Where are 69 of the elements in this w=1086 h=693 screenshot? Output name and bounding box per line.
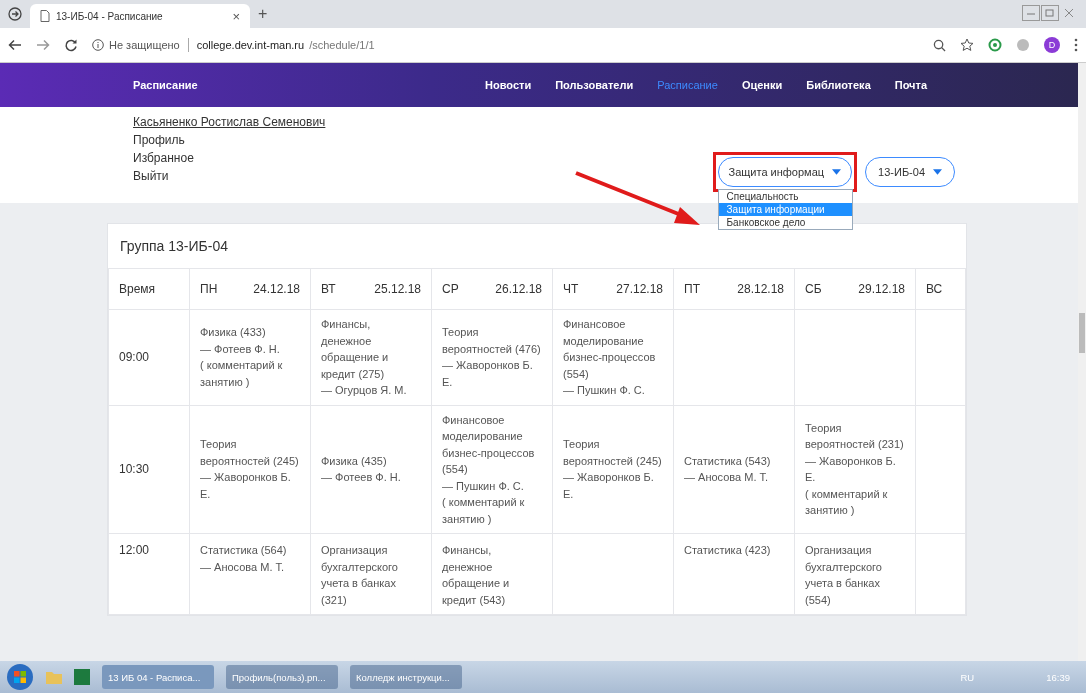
extension-icon[interactable] (988, 38, 1002, 52)
lesson-text: Статистика (423) (684, 543, 772, 558)
day-header: ПТ (684, 282, 700, 296)
lesson-text: Финансы, денежное обращение и кредит (275) — Огурцов Я. М. (321, 317, 408, 398)
reload-icon[interactable] (64, 38, 78, 52)
profile-avatar[interactable]: D (1044, 37, 1060, 53)
page-icon (40, 10, 50, 22)
new-tab-button[interactable]: + (258, 5, 268, 23)
brand-link[interactable]: Расписание (133, 79, 198, 91)
user-menu-link[interactable]: Выйти (133, 169, 169, 183)
nav-link[interactable]: Расписание (657, 79, 718, 91)
url-host: college.dev.int-man.ru (196, 39, 305, 51)
group-select[interactable]: 13-ИБ-04 (865, 157, 955, 187)
lesson-text: Физика (435) — Фотеев Ф. Н. (321, 453, 402, 486)
nav-link[interactable]: Оценки (741, 79, 783, 91)
date-header: 25.12.18 (374, 282, 421, 296)
user-menu-link[interactable]: Профиль (133, 133, 185, 147)
lesson-text: Финансовое моделирование бизнес-процессов (554) — Пушкин Ф. С. ( комментарий к занятию ) (442, 412, 536, 527)
lesson-text: Финансовое моделирование бизнес-процессов (554) — Пушкин Ф. С. (563, 317, 657, 398)
nav-link[interactable]: Почта (894, 79, 927, 91)
address-bar[interactable]: Не защищено college.dev.int-man.ru /schedule/1/1 (92, 38, 919, 52)
day-header: ЧТ (563, 282, 579, 296)
browser-tab[interactable]: 13-ИБ-04 - Расписание × (30, 4, 250, 28)
lesson-text: Финансы, денежное обращение и кредит (543) (442, 543, 511, 608)
tab-search-icon[interactable] (8, 7, 22, 21)
caret-icon (933, 169, 942, 175)
star-icon[interactable] (960, 38, 974, 52)
lesson-text: Физика (433) — Фотеев Ф. Н. ( комментарий к занятию ) (200, 325, 284, 390)
lesson-text: Статистика (564) — Аносова М. Т. (200, 543, 288, 575)
lesson-text: Теория вероятностей (231) — Жаворонков Б. Е. ( комментарий к занятию ) (805, 420, 905, 519)
lesson-text: Теория вероятностей (245) — Жаворонков Б. Е. (200, 437, 300, 502)
date-header: 24.12.18 (253, 282, 300, 296)
time-cell: 09:00 (119, 350, 150, 364)
time-cell: 12:00 (119, 543, 150, 557)
nav-link[interactable]: Новости (485, 79, 532, 91)
dropdown-option[interactable]: Банковское дело (718, 216, 852, 229)
lesson-text: Организация бухгалтерского учета в банках (321) (321, 543, 399, 608)
close-tab-button[interactable]: × (232, 8, 240, 24)
menu-icon[interactable] (1074, 38, 1078, 52)
info-icon (92, 39, 104, 51)
date-header: 26.12.18 (495, 282, 542, 296)
date-header: 28.12.18 (737, 282, 784, 296)
time-cell: 10:30 (119, 462, 150, 476)
date-header: 29.12.18 (858, 282, 905, 296)
user-menu-link[interactable]: Избранное (133, 151, 194, 165)
lesson-text: Организация бухгалтерского учета в банках (554) (805, 543, 883, 608)
dropdown-option[interactable]: Специальность (718, 190, 852, 203)
caret-icon (832, 169, 842, 175)
tab-title: 13-ИБ-04 - Расписание (56, 10, 164, 22)
day-header: ВТ (321, 282, 336, 296)
day-header: СБ (805, 282, 822, 296)
specialty-select[interactable]: Защита информац (717, 157, 853, 187)
day-header: СР (442, 282, 459, 296)
zoom-icon[interactable] (933, 38, 946, 52)
user-name-link[interactable]: Касьяненко Ростислав Семенович (133, 115, 326, 129)
lesson-text: Статистика (543) — Аносова М. Т. (684, 453, 772, 486)
back-icon[interactable] (8, 38, 22, 52)
start-button[interactable] (6, 663, 34, 691)
lesson-text: Теория вероятностей (245) — Жаворонков Б. Е. (563, 437, 663, 502)
day-header: ПН (200, 282, 218, 296)
forward-icon[interactable] (36, 38, 50, 52)
lesson-text: Теория вероятностей (476) — Жаворонков Б. Е. (442, 325, 542, 390)
nav-link[interactable]: Пользователи (555, 79, 634, 91)
url-path: /schedule/1/1 (309, 39, 375, 51)
day-header: ВС (926, 282, 943, 296)
nav-link[interactable]: Библиотека (806, 79, 871, 91)
date-header: 27.12.18 (616, 282, 663, 296)
security-label: Не защищено (109, 39, 180, 51)
column-header: Время (108, 268, 190, 310)
